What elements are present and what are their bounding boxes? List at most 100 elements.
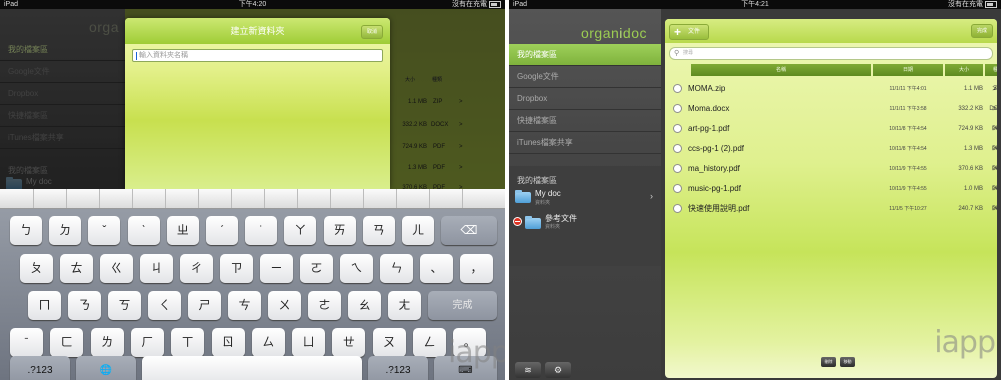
keyboard-key[interactable]: ㄢ — [362, 216, 395, 245]
keyboard-key[interactable]: ㄉ — [49, 216, 82, 245]
sidebar-item-dropbox[interactable]: Dropbox — [509, 88, 661, 110]
delete-icon[interactable] — [513, 217, 522, 226]
keyboard-key[interactable]: ㄇ — [28, 291, 61, 320]
keyboard-key[interactable]: ˊ — [206, 216, 238, 245]
keyboard-key[interactable]: ㄘ — [228, 291, 261, 320]
wifi-button[interactable]: ≋ — [515, 362, 541, 378]
keyboard-key[interactable]: ㄡ — [372, 328, 406, 357]
backspace-key[interactable]: ⌫ — [441, 216, 497, 245]
numbers-key[interactable]: .?123 — [10, 356, 70, 380]
candidate-cell[interactable] — [165, 189, 199, 208]
candidate-cell[interactable] — [264, 189, 298, 208]
file-row[interactable]: Moma.docx11/1/11 下午3:58332.2 KBDOCX> — [665, 99, 997, 119]
file-row[interactable]: 快速使用說明.pdf11/1/5 下午10:27240.7 KBPDF> — [665, 199, 997, 219]
keyboard-key[interactable]: ㄚ — [284, 216, 317, 245]
select-radio[interactable] — [673, 204, 682, 213]
select-radio[interactable] — [673, 84, 682, 93]
keyboard-key[interactable]: ㄙ — [251, 328, 285, 357]
select-radio[interactable] — [673, 144, 682, 153]
keyboard-key[interactable]: ㄨ — [268, 291, 301, 320]
folder-item-reference[interactable]: 參考文件 資料夾 — [509, 212, 661, 234]
keyboard-key[interactable]: ㄩ — [292, 328, 326, 357]
candidate-cell[interactable] — [462, 189, 505, 208]
sidebar-item-itunes-sharing[interactable]: iTunes檔案共享 — [509, 132, 661, 154]
candidate-bar[interactable] — [0, 189, 505, 209]
keyboard-key[interactable]: ㄒ — [171, 328, 205, 357]
candidate-cell[interactable] — [297, 189, 331, 208]
space-key[interactable] — [142, 356, 362, 380]
candidate-cell[interactable] — [132, 189, 166, 208]
keyboard-key[interactable]: ㄝ — [332, 328, 366, 357]
keyboard-key[interactable]: ㄋ — [68, 291, 101, 320]
keyboard-key[interactable]: ㄅ — [10, 216, 42, 245]
keyboard-key[interactable]: ㄦ — [402, 216, 434, 245]
keyboard-key[interactable]: ， — [460, 254, 493, 283]
candidate-cell[interactable] — [330, 189, 364, 208]
keyboard-key[interactable]: 、 — [420, 254, 453, 283]
select-radio[interactable] — [673, 184, 682, 193]
keyboard-key[interactable]: ㄌ — [90, 328, 124, 357]
candidate-cell[interactable] — [198, 189, 232, 208]
file-row[interactable]: MOMA.zip11/1/11 下午4:011.1 MBZIP> — [665, 79, 997, 99]
cancel-button[interactable]: 取消 — [361, 25, 383, 39]
candidate-cell[interactable] — [231, 189, 265, 208]
keyboard-key[interactable]: ㄠ — [348, 291, 381, 320]
add-document-button[interactable]: + 文件 — [669, 24, 709, 40]
column-header-type[interactable]: 種類 — [985, 64, 997, 76]
select-radio[interactable] — [673, 104, 682, 113]
column-header-name[interactable]: 名稱 — [691, 64, 871, 76]
folder-name-input[interactable]: 輸入資料夾名稱 — [132, 49, 383, 62]
select-radio[interactable] — [673, 124, 682, 133]
candidate-cell[interactable] — [396, 189, 430, 208]
column-header-date[interactable]: 日期 — [873, 64, 943, 76]
keyboard-key[interactable]: ˉ — [10, 328, 43, 357]
keyboard-key[interactable]: ㄧ — [260, 254, 293, 283]
candidate-cell[interactable] — [429, 189, 463, 208]
folder-item-my-doc[interactable]: My doc 資料夾 › — [509, 186, 661, 208]
keyboard-key[interactable]: ㄎ — [108, 291, 141, 320]
keyboard-key[interactable]: ㄞ — [323, 216, 356, 245]
keyboard-key[interactable]: ㄖ — [211, 328, 245, 357]
sidebar-item-quick-files[interactable]: 快捷檔案區 — [509, 110, 661, 132]
column-header-size[interactable]: 大小 — [945, 64, 983, 76]
numbers-key[interactable]: .?123 — [368, 356, 428, 380]
keyboard-key[interactable]: ㄤ — [388, 291, 421, 320]
keyboard-key[interactable]: ㄏ — [130, 328, 164, 357]
keyboard-key[interactable]: ㄈ — [50, 328, 84, 357]
sidebar-item-google-docs[interactable]: Google文件 — [509, 66, 661, 88]
delete-button[interactable]: 刪除 — [821, 357, 836, 367]
keyboard-key[interactable]: ㄜ — [308, 291, 341, 320]
candidate-cell[interactable] — [99, 189, 133, 208]
keyboard-key[interactable]: ˋ — [127, 216, 160, 245]
keyboard-key[interactable]: ˇ — [88, 216, 121, 245]
candidate-cell[interactable] — [33, 189, 67, 208]
search-input[interactable]: ⚲ 搜尋 — [669, 47, 993, 60]
move-button[interactable]: 移動 — [840, 357, 855, 367]
sidebar-item-my-files[interactable]: 我的檔案區 — [509, 44, 661, 66]
keyboard-key[interactable]: ㄑ — [148, 291, 181, 320]
done-key[interactable]: 完成 — [428, 291, 497, 320]
select-radio[interactable] — [673, 164, 682, 173]
keyboard-key[interactable]: ㄐ — [140, 254, 173, 283]
keyboard-key[interactable]: ㄛ — [300, 254, 333, 283]
settings-button[interactable]: ⚙ — [545, 362, 571, 378]
keyboard-key[interactable]: ㄗ — [220, 254, 253, 283]
candidate-cell[interactable] — [66, 189, 100, 208]
candidate-cell[interactable] — [363, 189, 397, 208]
keyboard-key[interactable]: ㄟ — [340, 254, 373, 283]
keyboard-key[interactable]: ㄓ — [166, 216, 199, 245]
file-row[interactable]: art-pg-1.pdf10/11/8 下午4:54724.9 KBPDF> — [665, 119, 997, 139]
keyboard-key[interactable]: ㄔ — [180, 254, 213, 283]
keyboard-key[interactable]: ˙ — [245, 216, 278, 245]
keyboard-key[interactable]: ㄣ — [380, 254, 413, 283]
keyboard-key[interactable]: ㄆ — [20, 254, 53, 283]
keyboard-key[interactable]: ㄥ — [413, 328, 446, 357]
keyboard-key[interactable]: ㄊ — [60, 254, 93, 283]
keyboard-key[interactable]: ㄍ — [100, 254, 133, 283]
file-row[interactable]: music-pg-1.pdf10/11/9 下午4:551.0 MBPDF> — [665, 179, 997, 199]
globe-icon[interactable]: 🌐 — [76, 356, 136, 380]
candidate-cell[interactable] — [0, 189, 34, 208]
done-button[interactable]: 完成 — [971, 24, 993, 38]
keyboard-key[interactable]: ㄕ — [188, 291, 221, 320]
file-row[interactable]: ma_history.pdf10/11/9 下午4:55370.6 KBPDF> — [665, 159, 997, 179]
